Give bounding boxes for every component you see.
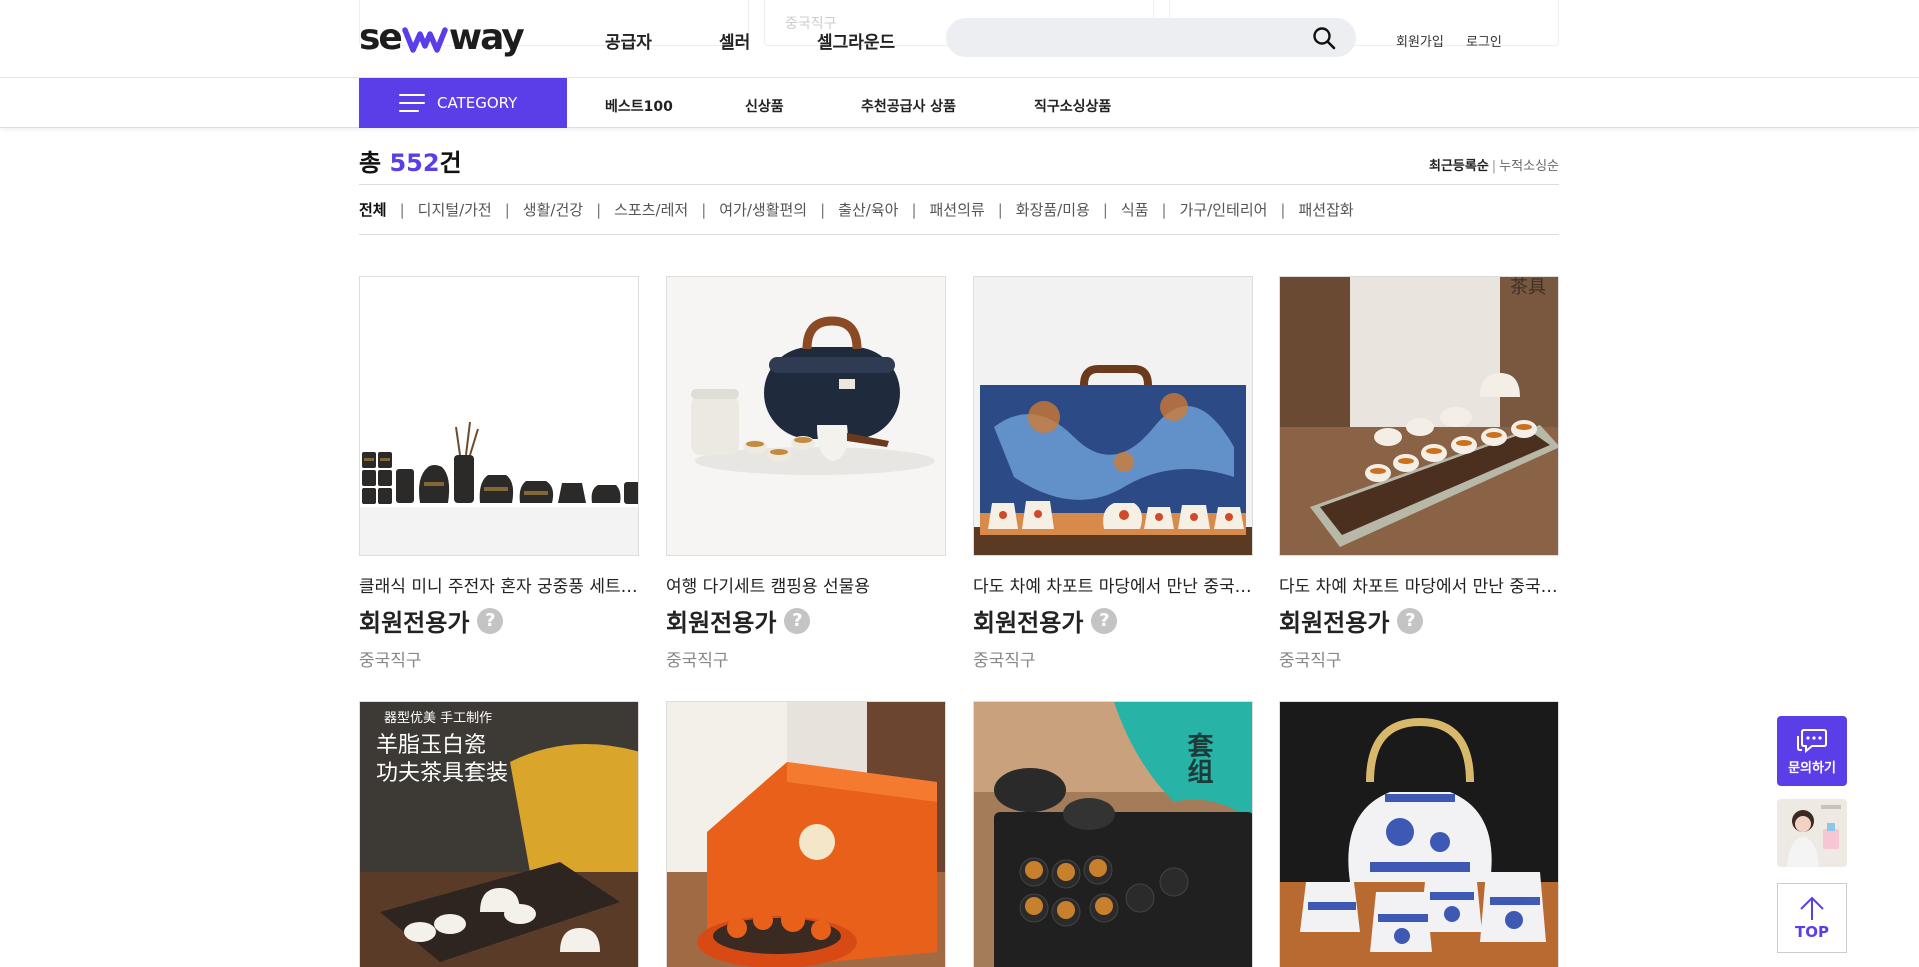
product-origin: 중국직구 bbox=[1279, 651, 1342, 671]
product-price: 회원전용가? bbox=[973, 603, 1253, 638]
product-name[interactable]: 클래식 미니 주전자 혼자 궁중풍 세트 가정용 bbox=[359, 572, 639, 597]
divider bbox=[359, 234, 1559, 235]
product-image[interactable]: 茶具 bbox=[1279, 276, 1559, 556]
logo-text-pre: se bbox=[359, 16, 403, 58]
tab-baby[interactable]: 출산/육아 bbox=[838, 199, 898, 220]
category-tabs: 전체 | 디지털/가전 | 생활/건강 | 스포츠/레저 | 여가/생활편의 | 출산/육… bbox=[359, 199, 1354, 220]
result-count-prefix: 총 bbox=[359, 149, 390, 177]
contact-label: 문의하기 bbox=[1788, 761, 1836, 776]
image-text-line1: 器型优美 手工制作 bbox=[384, 711, 492, 726]
product-name[interactable]: 다도 차예 차포트 마당에서 만난 중국식 다기세트 bbox=[973, 572, 1253, 597]
top-label: TOP bbox=[1795, 923, 1829, 941]
result-count: 총 552건 bbox=[359, 143, 462, 178]
page: 중국직구 se way 공급자 셀러 셀그라운드 회원가입 로그인 CATEGO… bbox=[0, 0, 1919, 967]
product-name[interactable]: 다도 차예 차포트 마당에서 만난 중국식 다기세트 bbox=[1279, 572, 1559, 597]
product-name[interactable]: 여행 다기세트 캠핑용 선물용 bbox=[666, 572, 946, 597]
tab-food[interactable]: 식품 bbox=[1121, 199, 1149, 220]
product-card[interactable]: 器型优美 手工制作 羊脂玉白瓷 功夫茶具套装 bbox=[359, 701, 639, 967]
product-card[interactable]: 클래식 미니 주전자 혼자 궁중풍 세트 가정용 회원전용가? 중국직구 bbox=[359, 276, 639, 671]
help-icon[interactable]: ? bbox=[784, 607, 811, 634]
category-bar: CATEGORY bbox=[0, 78, 1919, 128]
result-count-suffix: 건 bbox=[439, 149, 462, 177]
product-image[interactable]: 器型优美 手工制作 羊脂玉白瓷 功夫茶具套装 bbox=[359, 701, 639, 967]
image-text-line3: 功夫茶具套装 bbox=[376, 761, 508, 786]
divider bbox=[359, 184, 1559, 185]
product-image[interactable]: 套组 bbox=[973, 701, 1253, 967]
signup-link[interactable]: 회원가입 bbox=[1396, 31, 1444, 50]
promo-banner[interactable] bbox=[1777, 799, 1847, 867]
menu-icon bbox=[399, 94, 425, 112]
tab-digital[interactable]: 디지털/가전 bbox=[418, 199, 492, 220]
tab-fashion[interactable]: 패션의류 bbox=[930, 199, 985, 220]
logo-infinity-icon bbox=[402, 20, 448, 54]
nav-supplier[interactable]: 공급자 bbox=[605, 28, 652, 53]
search-icon[interactable] bbox=[1312, 26, 1336, 50]
result-count-number: 552 bbox=[389, 149, 440, 177]
scroll-top-button[interactable]: TOP bbox=[1777, 883, 1847, 953]
nav-direct-sourcing[interactable]: 직구소싱상품 bbox=[1034, 96, 1111, 116]
price-label: 회원전용가 bbox=[1279, 609, 1390, 637]
price-label: 회원전용가 bbox=[973, 609, 1084, 637]
image-text-line2: 羊脂玉白瓷 bbox=[376, 733, 486, 758]
tab-fashion-goods[interactable]: 패션잡화 bbox=[1298, 199, 1353, 220]
product-card[interactable]: 茶具 다도 차예 차포트 마당에서 만난 중국식 다기세트 회원전용가? 중국직… bbox=[1279, 276, 1559, 671]
help-icon[interactable]: ? bbox=[477, 607, 504, 634]
sort-sourcing[interactable]: 누적소싱순 bbox=[1499, 159, 1559, 174]
product-card[interactable] bbox=[1279, 701, 1559, 967]
product-image[interactable] bbox=[1279, 701, 1559, 967]
image-corner-text: 茶具 bbox=[1510, 277, 1546, 298]
tab-furniture[interactable]: 가구/인테리어 bbox=[1180, 199, 1268, 220]
nav-best100[interactable]: 베스트100 bbox=[605, 96, 673, 116]
product-image[interactable] bbox=[973, 276, 1253, 556]
tab-leisure[interactable]: 여가/생활편의 bbox=[719, 199, 807, 220]
arrow-up-icon bbox=[1800, 896, 1824, 920]
nav-seller[interactable]: 셀러 bbox=[719, 28, 750, 53]
category-button[interactable]: CATEGORY bbox=[359, 78, 567, 128]
product-card[interactable]: 套组 bbox=[973, 701, 1253, 967]
product-image[interactable] bbox=[359, 276, 639, 556]
tab-living[interactable]: 생활/건강 bbox=[523, 199, 583, 220]
sort-recent[interactable]: 최근등록순 bbox=[1429, 159, 1489, 174]
sellway-logo[interactable]: se way bbox=[359, 16, 525, 58]
tab-sports[interactable]: 스포츠/레저 bbox=[614, 199, 688, 220]
price-label: 회원전용가 bbox=[666, 609, 777, 637]
product-card[interactable]: 다도 차예 차포트 마당에서 만난 중국식 다기세트 회원전용가? 중국직구 bbox=[973, 276, 1253, 671]
help-icon[interactable]: ? bbox=[1091, 607, 1118, 634]
logo-text-post: way bbox=[448, 16, 525, 58]
image-side-text: 套组 bbox=[1183, 732, 1213, 784]
product-price: 회원전용가? bbox=[359, 603, 639, 638]
product-origin: 중국직구 bbox=[973, 651, 1036, 671]
product-origin: 중국직구 bbox=[359, 651, 422, 671]
product-image[interactable] bbox=[666, 276, 946, 556]
product-origin: 중국직구 bbox=[666, 651, 729, 671]
contact-button[interactable]: 문의하기 bbox=[1777, 716, 1847, 786]
help-icon[interactable]: ? bbox=[1397, 607, 1424, 634]
search-box[interactable] bbox=[946, 18, 1356, 57]
category-button-label: CATEGORY bbox=[437, 94, 518, 112]
site-header: 중국직구 se way 공급자 셀러 셀그라운드 회원가입 로그인 bbox=[0, 0, 1919, 78]
search-input[interactable] bbox=[966, 18, 1296, 57]
tab-all[interactable]: 전체 bbox=[359, 199, 387, 220]
sort-options: 최근등록순 | 누적소싱순 bbox=[1428, 159, 1559, 174]
product-price: 회원전용가? bbox=[666, 603, 946, 638]
login-link[interactable]: 로그인 bbox=[1466, 31, 1502, 50]
product-price: 회원전용가? bbox=[1279, 603, 1559, 638]
product-image[interactable] bbox=[666, 701, 946, 967]
price-label: 회원전용가 bbox=[359, 609, 470, 637]
nav-recommended-supplier[interactable]: 추천공급사 상품 bbox=[861, 96, 956, 116]
product-card[interactable] bbox=[666, 701, 946, 967]
chat-icon bbox=[1797, 729, 1827, 754]
tab-beauty[interactable]: 화장품/미용 bbox=[1016, 199, 1090, 220]
nav-sellground[interactable]: 셀그라운드 bbox=[817, 28, 895, 53]
product-card[interactable]: 여행 다기세트 캠핑용 선물용 회원전용가? 중국직구 bbox=[666, 276, 946, 671]
nav-new-products[interactable]: 신상품 bbox=[745, 96, 784, 116]
